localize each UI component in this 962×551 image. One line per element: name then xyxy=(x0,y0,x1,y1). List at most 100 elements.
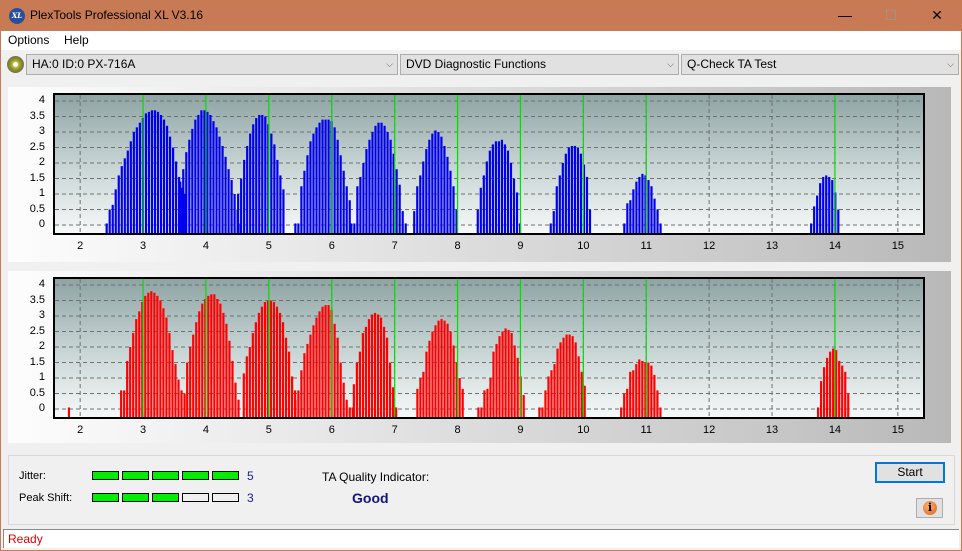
bar xyxy=(443,145,446,233)
bar xyxy=(434,325,437,417)
menu-help[interactable]: Help xyxy=(64,33,89,47)
bar xyxy=(440,136,443,233)
bar xyxy=(638,359,641,417)
x-tick-label: 11 xyxy=(640,240,652,252)
bar xyxy=(488,150,491,233)
bar xyxy=(565,334,568,417)
x-tick-label: 9 xyxy=(517,424,524,436)
bar xyxy=(425,149,428,233)
bar xyxy=(249,133,252,233)
bar xyxy=(576,147,580,233)
bar xyxy=(632,189,635,233)
bar xyxy=(282,189,285,233)
bar xyxy=(197,114,200,233)
chevron-down-icon: ⌵ xyxy=(947,59,954,69)
drive-select[interactable]: HA:0 ID:0 PX-716A ⌵ xyxy=(26,54,398,75)
y-tick-label: 0.5 xyxy=(29,386,45,399)
bar xyxy=(404,223,407,233)
bar xyxy=(446,156,449,233)
bar xyxy=(230,180,233,233)
bar xyxy=(240,178,243,233)
bar xyxy=(449,170,452,233)
bar xyxy=(422,161,425,233)
test-select[interactable]: Q-Check TA Test ⌵ xyxy=(681,54,959,75)
plextools-logo-icon: XL xyxy=(9,8,25,24)
bar xyxy=(501,331,504,417)
bar xyxy=(135,127,138,233)
bar xyxy=(294,399,297,417)
bar xyxy=(242,373,245,417)
bar xyxy=(395,407,398,417)
bar xyxy=(580,371,583,417)
bar xyxy=(623,393,626,417)
bar xyxy=(352,384,355,417)
plot-area xyxy=(53,93,925,235)
bar xyxy=(629,371,632,417)
bar xyxy=(207,295,210,417)
bar xyxy=(503,144,507,233)
bar xyxy=(321,306,324,417)
bar xyxy=(153,110,157,233)
bar xyxy=(500,139,504,233)
function-select[interactable]: DVD Diagnostic Functions ⌵ xyxy=(400,54,679,75)
bar xyxy=(281,322,285,417)
bar xyxy=(327,119,330,233)
x-tick-label: 5 xyxy=(265,424,272,436)
bar xyxy=(559,342,562,417)
x-tick-label: 7 xyxy=(391,424,398,436)
x-tick-label: 2 xyxy=(77,240,84,252)
bar xyxy=(561,163,564,233)
bar xyxy=(192,334,195,417)
chart-svg xyxy=(55,95,923,233)
y-tick-label: 3 xyxy=(38,309,45,321)
disc-icon xyxy=(7,56,24,73)
start-button[interactable]: Start xyxy=(875,462,945,483)
bar xyxy=(374,125,377,233)
bar xyxy=(437,320,440,417)
y-tick-label: 4 xyxy=(38,278,45,290)
bar xyxy=(362,163,365,233)
bar xyxy=(315,127,318,233)
bar xyxy=(120,166,123,233)
bar xyxy=(273,144,276,233)
info-button[interactable]: i xyxy=(916,498,943,518)
bar xyxy=(574,342,577,417)
meter-segment xyxy=(212,471,239,480)
close-button[interactable]: ✕ xyxy=(914,0,960,31)
bar xyxy=(180,390,183,417)
bar xyxy=(419,378,422,417)
bar xyxy=(234,382,237,417)
x-tick-label: 13 xyxy=(765,424,779,436)
info-icon: i xyxy=(923,501,937,515)
bar xyxy=(339,362,342,417)
bar xyxy=(383,125,386,233)
bar xyxy=(228,340,231,417)
bar xyxy=(510,333,513,417)
bar xyxy=(171,147,175,233)
plot-area xyxy=(53,277,925,419)
bar xyxy=(547,376,550,417)
y-tick-label: 2 xyxy=(38,340,45,352)
bar xyxy=(309,334,312,417)
bar xyxy=(315,317,318,417)
bar xyxy=(297,223,300,233)
bar xyxy=(123,158,126,233)
y-tick-label: 0 xyxy=(38,402,45,414)
menu-options[interactable]: Options xyxy=(8,33,49,47)
bar xyxy=(401,211,404,233)
bar xyxy=(300,186,303,233)
bar xyxy=(159,300,162,417)
bar xyxy=(656,209,659,233)
bar xyxy=(156,111,160,233)
bar xyxy=(213,294,216,417)
bar xyxy=(431,133,434,233)
bar xyxy=(264,116,267,233)
y-tick-label: 1 xyxy=(38,187,45,199)
bar xyxy=(641,173,644,233)
y-tick-label: 2.5 xyxy=(29,324,45,337)
minimize-button[interactable]: — xyxy=(822,0,868,31)
bar xyxy=(135,319,138,417)
maximize-button[interactable]: ☐ xyxy=(868,0,914,31)
bar xyxy=(371,132,374,233)
x-tick-label: 7 xyxy=(391,240,398,252)
